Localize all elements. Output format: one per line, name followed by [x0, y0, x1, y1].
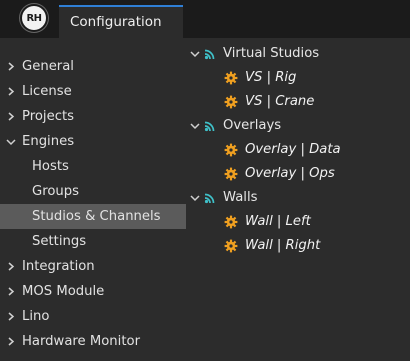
gear-icon [224, 234, 238, 258]
sidebar-item-hosts[interactable]: Hosts [0, 154, 186, 179]
sidebar-item-hardware-monitor[interactable]: Hardware Monitor [0, 329, 186, 354]
tree-item-label: Wall | Right [245, 238, 321, 253]
chevron-right-icon[interactable] [5, 79, 17, 104]
sidebar-item-label: Settings [32, 234, 87, 249]
gear-icon [224, 162, 238, 186]
sidebar-item-label: Engines [22, 134, 75, 149]
sidebar-item-integration[interactable]: Integration [0, 254, 186, 279]
tree-item-vs-crane[interactable]: VS | Crane [186, 90, 410, 114]
gear-icon [224, 210, 238, 234]
sidebar-item-label: MOS Module [22, 284, 105, 299]
gear-icon [224, 90, 238, 114]
tree-group-label: Walls [223, 190, 258, 205]
sidebar-item-engines[interactable]: Engines [0, 129, 186, 154]
tree-item-wall-right[interactable]: Wall | Right [186, 234, 410, 258]
chevron-down-icon[interactable] [5, 129, 17, 154]
sidebar-item-label: Lino [22, 309, 50, 324]
app-logo: RH [22, 6, 46, 30]
tree-item-label: Overlay | Data [245, 142, 341, 157]
chevron-down-icon[interactable] [190, 42, 200, 66]
tree-item-overlay-ops[interactable]: Overlay | Ops [186, 162, 410, 186]
sidebar-item-settings[interactable]: Settings [0, 229, 186, 254]
top-bar: RH Configuration [0, 0, 410, 38]
sidebar-item-studios-channels[interactable]: Studios & Channels [0, 204, 186, 229]
tree-group-overlays[interactable]: Overlays [186, 114, 410, 138]
tree-group-walls[interactable]: Walls [186, 186, 410, 210]
sidebar-item-general[interactable]: General [0, 54, 186, 79]
sidebar-item-license[interactable]: License [0, 79, 186, 104]
gear-icon [224, 138, 238, 162]
sidebar-item-label: Integration [22, 259, 95, 274]
chevron-right-icon[interactable] [5, 54, 17, 79]
sidebar-item-projects[interactable]: Projects [0, 104, 186, 129]
chevron-right-icon[interactable] [5, 104, 17, 129]
sidebar-item-label: Studios & Channels [32, 209, 161, 224]
tree-item-label: VS | Crane [245, 94, 315, 109]
sidebar-item-label: Hardware Monitor [22, 334, 140, 349]
sidebar-item-label: Projects [22, 109, 74, 124]
tree-item-label: VS | Rig [245, 70, 297, 85]
chevron-down-icon[interactable] [190, 186, 200, 210]
tree-group-label: Overlays [223, 118, 282, 133]
sidebar-item-label: General [22, 59, 74, 74]
tree-group-label: Virtual Studios [223, 46, 320, 61]
sidebar-item-lino[interactable]: Lino [0, 304, 186, 329]
sidebar-item-groups[interactable]: Groups [0, 179, 186, 204]
tree-item-overlay-data[interactable]: Overlay | Data [186, 138, 410, 162]
studios-tree: Virtual Studios VS | Rig VS | Crane Overlay… [186, 42, 410, 258]
tree-group-virtual-studios[interactable]: Virtual Studios [186, 42, 410, 66]
sidebar-item-mos-module[interactable]: MOS Module [0, 279, 186, 304]
tab-configuration[interactable]: Configuration [59, 5, 183, 38]
chevron-right-icon[interactable] [5, 304, 17, 329]
tree-item-label: Overlay | Ops [245, 166, 335, 181]
chevron-right-icon[interactable] [5, 329, 17, 354]
sidebar-nav: General License Projects Engines Hosts Groups… [0, 54, 186, 354]
tree-item-label: Wall | Left [245, 214, 311, 229]
chevron-right-icon[interactable] [5, 254, 17, 279]
chevron-down-icon[interactable] [190, 114, 200, 138]
broadcast-icon [204, 114, 216, 138]
tree-item-wall-left[interactable]: Wall | Left [186, 210, 410, 234]
chevron-right-icon[interactable] [5, 279, 17, 304]
broadcast-icon [204, 186, 216, 210]
gear-icon [224, 66, 238, 90]
broadcast-icon [204, 42, 216, 66]
sidebar-item-label: Groups [32, 184, 80, 199]
sidebar-item-label: License [22, 84, 72, 99]
tree-item-vs-rig[interactable]: VS | Rig [186, 66, 410, 90]
sidebar-item-label: Hosts [32, 159, 69, 174]
